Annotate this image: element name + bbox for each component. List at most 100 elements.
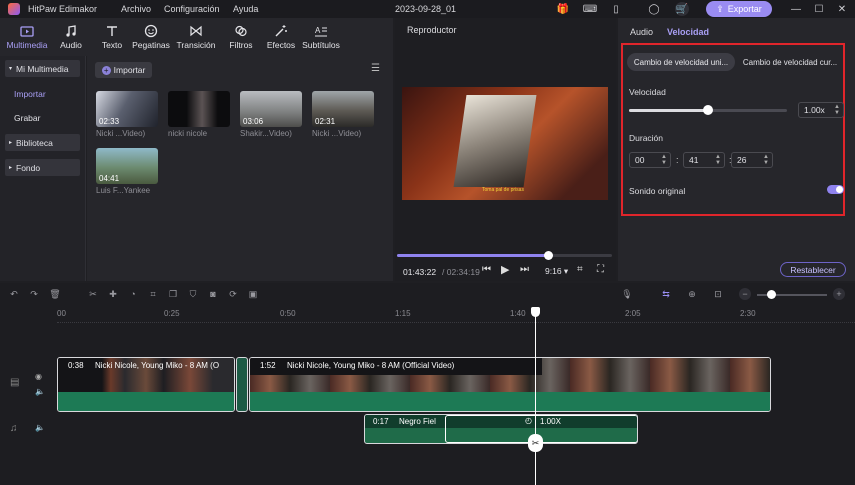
- export-button[interactable]: ⇪ Exportar: [706, 1, 772, 17]
- media-thumb[interactable]: [168, 91, 230, 127]
- rotate-icon[interactable]: ⟳: [227, 288, 239, 300]
- video-track-icon: ▤: [10, 377, 20, 388]
- snap-icon[interactable]: ⇆: [660, 288, 672, 300]
- microphone-icon[interactable]: 🎙: [621, 288, 633, 300]
- split-icon[interactable]: ✂: [87, 288, 99, 300]
- playhead-handle[interactable]: [531, 307, 540, 317]
- speed-input[interactable]: 1.00x ▲ ▼: [798, 102, 844, 118]
- play-icon[interactable]: ▶: [501, 263, 509, 276]
- mask-icon[interactable]: ◙: [207, 288, 219, 300]
- stepper-arrows-icon[interactable]: ▲ ▼: [763, 154, 769, 166]
- menu-ayuda[interactable]: Ayuda: [233, 4, 258, 14]
- delete-icon[interactable]: 🗑: [49, 288, 61, 300]
- caret-right-icon: ▸: [9, 140, 13, 146]
- speed-slider-handle[interactable]: [703, 105, 713, 115]
- media-thumb[interactable]: 02:33: [96, 91, 158, 127]
- toggle-knob: [836, 186, 843, 193]
- title-bar: HitPaw Edimakor Archivo Configuración Ay…: [0, 0, 855, 18]
- split-track-icon[interactable]: ⊕: [686, 288, 698, 300]
- ruler-label: 2:05: [625, 309, 641, 318]
- maximize-icon[interactable]: ☐: [812, 2, 826, 16]
- prev-frame-icon[interactable]: ⏮: [482, 264, 491, 275]
- freeze-icon[interactable]: ✚: [107, 288, 119, 300]
- copy-icon[interactable]: ❐: [167, 288, 179, 300]
- menu-configuracion[interactable]: Configuración: [164, 4, 220, 14]
- sidebar-item-grabar[interactable]: Grabar: [5, 109, 80, 126]
- close-icon[interactable]: ✕: [835, 2, 849, 16]
- original-sound-toggle[interactable]: [827, 185, 844, 194]
- sidebar-fondo[interactable]: ▸ Fondo: [5, 159, 80, 176]
- video-clip[interactable]: 1:52 Nicki Nicole, Young Miko - 8 AM (Of…: [249, 357, 771, 412]
- sidebar-item-importar[interactable]: Importar: [5, 85, 80, 102]
- progress-track[interactable]: [397, 251, 612, 260]
- plus-icon: +: [101, 65, 111, 75]
- sidebar-biblioteca[interactable]: ▸ Biblioteca: [5, 134, 80, 151]
- caret-right-icon: ▸: [9, 165, 13, 171]
- aspect-select[interactable]: 9:16 ▾: [545, 266, 568, 277]
- speaker-icon[interactable]: 🔈: [35, 423, 45, 432]
- mode-uniform-button[interactable]: Cambio de velocidad uni...: [627, 53, 735, 71]
- video-preview[interactable]: Toma pal de prisas: [402, 87, 608, 200]
- text-box-icon[interactable]: ▣: [247, 288, 259, 300]
- media-thumb[interactable]: 04:41: [96, 148, 158, 184]
- zoom-in-icon[interactable]: +: [833, 288, 845, 300]
- media-thumb[interactable]: 02:31: [312, 91, 374, 127]
- stepper-arrows-icon[interactable]: ▲ ▼: [834, 104, 840, 116]
- sort-icon[interactable]: ☰: [371, 63, 380, 74]
- cart-icon[interactable]: 🛒: [675, 2, 689, 16]
- redo-icon[interactable]: ↷: [28, 288, 40, 300]
- undo-icon[interactable]: ↶: [8, 288, 20, 300]
- gift-icon[interactable]: 🎁: [556, 2, 570, 16]
- minimize-icon[interactable]: —: [789, 2, 803, 16]
- tab-velocidad[interactable]: Velocidad: [667, 27, 709, 37]
- duration-seconds[interactable]: 26 ▲ ▼: [731, 152, 773, 168]
- book-icon[interactable]: ▯: [609, 2, 623, 16]
- tab-texto[interactable]: Texto: [97, 18, 127, 56]
- speaker-icon[interactable]: 🔈: [35, 387, 45, 396]
- reset-button[interactable]: Restablecer: [780, 262, 846, 277]
- menu-archivo[interactable]: Archivo: [121, 4, 151, 14]
- zoom-handle[interactable]: [767, 290, 776, 299]
- crop-tool-icon[interactable]: ⌗: [147, 288, 159, 300]
- account-icon[interactable]: ◯: [647, 2, 661, 16]
- progress-fill: [397, 254, 548, 257]
- zoom-out-icon[interactable]: −: [739, 288, 751, 300]
- crop-icon[interactable]: ⌗: [577, 264, 583, 275]
- svg-text:A: A: [315, 26, 321, 35]
- tab-multimedia[interactable]: Multimedia: [4, 18, 50, 56]
- ruler-label: 2:30: [740, 309, 756, 318]
- playhead[interactable]: [535, 313, 536, 485]
- sidebar-mi-multimedia[interactable]: ▾ Mi Multimedia: [5, 60, 80, 77]
- duration-hours[interactable]: 00 ▲ ▼: [629, 152, 671, 168]
- tab-pegatinas[interactable]: Pegatinas: [131, 18, 171, 56]
- tab-filtros[interactable]: Filtros: [227, 18, 255, 56]
- shield-icon[interactable]: ⛉: [187, 288, 199, 300]
- keyboard-icon[interactable]: ⌨: [583, 2, 597, 16]
- ruler-label: 1:15: [395, 309, 411, 318]
- audio-clip[interactable]: 0:17 Negro Fiel ◴ 1.00X: [364, 414, 638, 444]
- transition-marker[interactable]: [236, 357, 248, 412]
- tab-transicion[interactable]: Transición: [175, 18, 217, 56]
- next-frame-icon[interactable]: ⏭: [520, 264, 529, 275]
- tab-audio-inspector[interactable]: Audio: [630, 27, 653, 37]
- scissors-icon[interactable]: ✂: [528, 434, 543, 452]
- media-thumb[interactable]: 03:06: [240, 91, 302, 127]
- progress-handle[interactable]: [543, 251, 553, 260]
- tab-subtitulos[interactable]: A Subtítulos: [301, 18, 341, 56]
- tab-audio[interactable]: Audio: [56, 18, 86, 56]
- stepper-arrows-icon[interactable]: ▲ ▼: [715, 154, 721, 166]
- video-clip[interactable]: 0:38 Nicki Nicole, Young Miko - 8 AM (O: [57, 357, 235, 412]
- tab-efectos[interactable]: Efectos: [265, 18, 297, 56]
- app-logo: [8, 3, 20, 15]
- speed-icon[interactable]: ◔: [127, 288, 139, 300]
- zoom-slider[interactable]: [757, 290, 827, 299]
- eye-icon[interactable]: ◉: [35, 372, 42, 381]
- duration-minutes[interactable]: 41 ▲ ▼: [683, 152, 725, 168]
- stepper-arrows-icon[interactable]: ▲ ▼: [661, 154, 667, 166]
- import-button[interactable]: + Importar: [95, 62, 152, 78]
- mode-curve-button[interactable]: Cambio de velocidad cur...: [735, 53, 845, 71]
- fullscreen-icon[interactable]: ⛶: [597, 264, 604, 275]
- speed-slider[interactable]: [629, 105, 787, 115]
- media-caption: Shakir...Video): [240, 129, 292, 138]
- fit-icon[interactable]: ⊡: [712, 288, 724, 300]
